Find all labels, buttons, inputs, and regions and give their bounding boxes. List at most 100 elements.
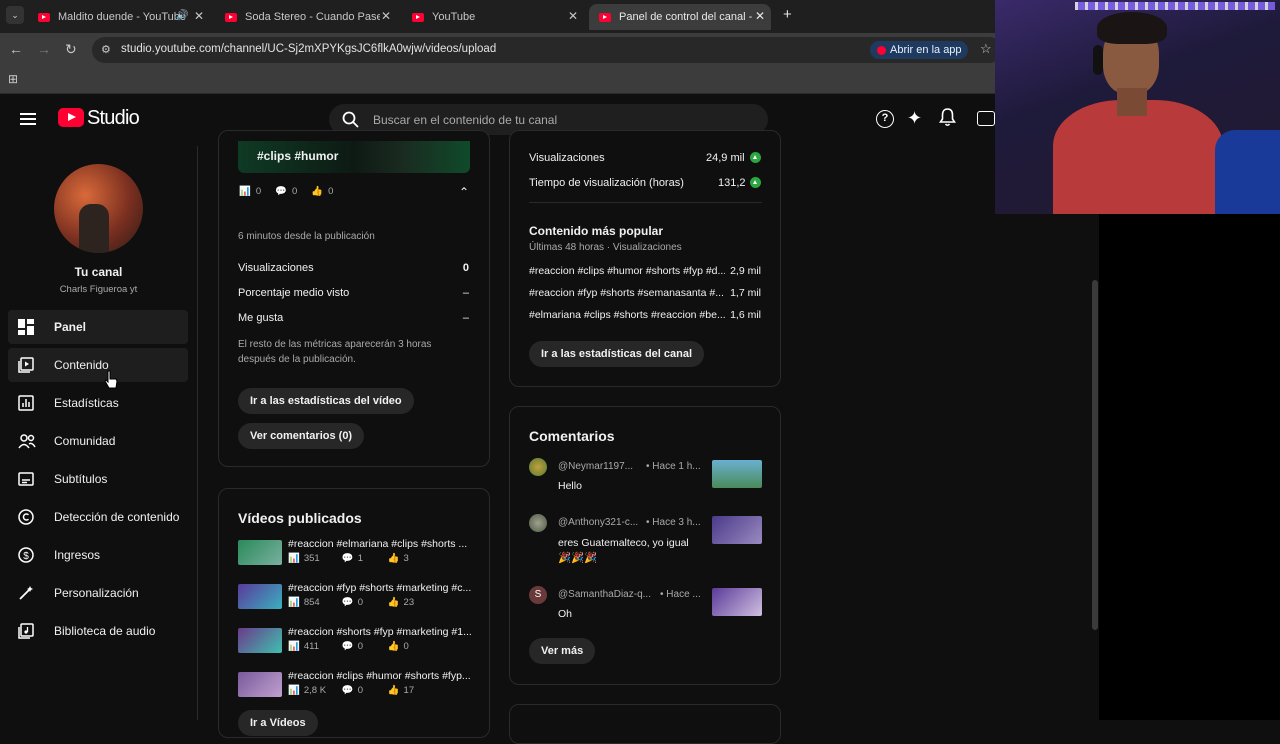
search-icon	[342, 111, 359, 128]
comment-author[interactable]: @Anthony321-c...	[558, 517, 638, 528]
commenter-avatar[interactable]	[529, 514, 547, 532]
analytics-small-icon: 📊	[288, 553, 300, 564]
video-title[interactable]: #reaccion #elmariana #clips #shorts ...	[288, 538, 473, 550]
go-to-videos-button[interactable]: Ir a Vídeos	[238, 710, 318, 736]
youtube-favicon-icon	[225, 12, 237, 22]
help-icon[interactable]: ?	[876, 110, 894, 128]
comment-author[interactable]: @Neymar1197...	[558, 461, 633, 472]
popular-video-title[interactable]: #elmariana #clips #shorts #reaccion #be.…	[529, 309, 725, 321]
url-text: studio.youtube.com/channel/UC-Sj2mXPYKgs…	[121, 43, 497, 55]
customization-icon	[18, 585, 34, 601]
popular-content-subtitle: Últimas 48 horas · Visualizaciones	[529, 242, 682, 253]
close-tab-icon[interactable]: ✕	[568, 9, 578, 23]
url-bar[interactable]: ⚙ studio.youtube.com/channel/UC-Sj2mXPYK…	[92, 37, 1002, 63]
metric-value: –	[462, 287, 469, 299]
close-tab-icon[interactable]: ✕	[381, 9, 391, 23]
person-shirt	[1053, 100, 1223, 214]
sidebar-item-ingresos[interactable]: $ Ingresos	[8, 538, 188, 572]
see-more-comments-button[interactable]: Ver más	[529, 638, 596, 664]
sidebar-item-biblioteca[interactable]: Biblioteca de audio	[8, 614, 188, 648]
channel-name: Charls Figueroa yt	[59, 284, 138, 295]
tab-soda-stereo[interactable]: Soda Stereo - Cuando Pase el T ✕	[215, 4, 397, 30]
comment-video-thumbnail[interactable]	[712, 516, 762, 544]
sidebar: Tu canal Charls Figueroa yt Panel Conten…	[0, 146, 198, 720]
like-small-icon: 👍	[387, 641, 400, 652]
hamburger-menu-icon[interactable]	[20, 113, 36, 125]
comments-card: Comentarios @Neymar1197... • Hace 1 h...…	[509, 406, 781, 685]
dashboard-icon	[18, 319, 34, 335]
like-small-icon: 👍	[387, 597, 400, 608]
notifications-bell-icon[interactable]	[939, 108, 956, 132]
content-icon	[18, 357, 34, 373]
speaker-icon: 🔊	[176, 10, 189, 21]
metric-value: –	[462, 312, 469, 324]
search-placeholder: Buscar en el contenido de tu canal	[373, 113, 558, 127]
create-video-icon[interactable]	[977, 111, 995, 126]
channel-avatar[interactable]	[54, 164, 143, 253]
studio-header: Studio Buscar en el contenido de tu cana…	[0, 94, 1000, 146]
sidebar-item-comunidad[interactable]: Comunidad	[8, 424, 188, 458]
video-title[interactable]: #reaccion #clips #humor #shorts #fyp...	[288, 670, 473, 682]
sidebar-item-estadisticas[interactable]: Estadísticas	[8, 386, 188, 420]
popular-video-title[interactable]: #reaccion #clips #humor #shorts #fyp #d.…	[529, 265, 725, 277]
video-thumbnail[interactable]	[238, 584, 282, 609]
metric-label: Porcentaje medio visto	[238, 287, 350, 299]
new-tab-button[interactable]: +	[783, 6, 792, 23]
comment-time: • Hace ...	[660, 589, 701, 600]
bookmark-star-icon[interactable]: ☆	[980, 41, 992, 57]
forward-icon[interactable]: →	[37, 41, 51, 57]
sidebar-item-subtitulos[interactable]: Subtítulos	[8, 462, 188, 496]
tab-maldito-duende[interactable]: Maldito duende - YouTube 🔊 ✕	[28, 4, 210, 30]
video-thumbnail[interactable]	[238, 672, 282, 697]
metric-value: 131,2	[718, 177, 746, 189]
video-stats: 📊 2,8 K 💬 0 👍 17	[288, 685, 415, 696]
page-scrollbar[interactable]	[1092, 280, 1098, 630]
like-small-icon: 👍	[387, 685, 400, 696]
sidebar-item-deteccion[interactable]: Detección de contenido	[8, 500, 188, 534]
commenter-avatar[interactable]: S	[529, 586, 547, 604]
video-thumbnail[interactable]	[238, 628, 282, 653]
popular-content-title: Contenido más popular	[529, 224, 664, 238]
analytics-small-icon: 📊	[288, 641, 300, 652]
published-videos-title: Vídeos publicados	[238, 510, 362, 526]
comment-video-thumbnail[interactable]	[712, 588, 762, 616]
reload-icon[interactable]: ↻	[65, 41, 77, 58]
collapse-chevron-icon[interactable]: ⌃	[459, 185, 469, 199]
metric-label: Visualizaciones	[529, 152, 605, 164]
close-tab-icon[interactable]: ✕	[194, 9, 204, 23]
channel-analytics-button[interactable]: Ir a las estadísticas del canal	[529, 341, 705, 367]
community-icon	[18, 433, 36, 449]
comment-video-thumbnail[interactable]	[712, 460, 762, 488]
apps-grid-icon[interactable]: ⊞	[8, 72, 18, 86]
metric-label: Visualizaciones	[238, 262, 314, 274]
svg-text:$: $	[23, 551, 29, 562]
blue-chair	[1215, 130, 1280, 214]
comment-small-icon: 💬	[341, 685, 354, 696]
published-videos-card: Vídeos publicados #reaccion #elmariana #…	[218, 488, 490, 738]
sidebar-item-panel[interactable]: Panel	[8, 310, 188, 344]
popular-video-title[interactable]: #reaccion #fyp #shorts #semanasanta #...	[529, 287, 725, 299]
youtube-logo-icon[interactable]	[58, 108, 84, 127]
back-icon[interactable]: ←	[9, 41, 23, 57]
site-info-icon[interactable]: ⚙	[101, 43, 111, 56]
open-in-app-button[interactable]: Abrir en la app	[870, 41, 968, 59]
audio-library-icon	[18, 623, 34, 639]
commenter-avatar[interactable]	[529, 458, 547, 476]
video-stats: 📊 411 💬 0 👍 0	[288, 641, 409, 652]
metrics-note: El resto de las métricas aparecerán 3 ho…	[238, 339, 432, 365]
tab-list-icon[interactable]: ⌄	[6, 6, 24, 24]
metric-label: Tiempo de visualización (horas)	[529, 177, 684, 189]
sidebar-item-contenido[interactable]: Contenido	[8, 348, 188, 382]
close-tab-icon[interactable]: ✕	[755, 9, 765, 23]
sparkle-icon[interactable]: ✦	[907, 108, 922, 129]
sidebar-item-personalizacion[interactable]: Personalización	[8, 576, 188, 610]
video-thumbnail[interactable]	[238, 540, 282, 565]
video-title[interactable]: #reaccion #fyp #shorts #marketing #c...	[288, 582, 473, 594]
tab-panel-control[interactable]: Panel de control del canal - You ✕	[589, 4, 771, 30]
comment-author[interactable]: @SamanthaDiaz-q...	[558, 589, 651, 600]
comment-text: Oh	[558, 608, 573, 620]
view-comments-button[interactable]: Ver comentarios (0)	[238, 423, 365, 449]
video-title[interactable]: #reaccion #shorts #fyp #marketing #1...	[288, 626, 473, 638]
video-analytics-button[interactable]: Ir a las estadísticas del vídeo	[238, 388, 414, 414]
tab-youtube[interactable]: YouTube ✕	[402, 4, 584, 30]
